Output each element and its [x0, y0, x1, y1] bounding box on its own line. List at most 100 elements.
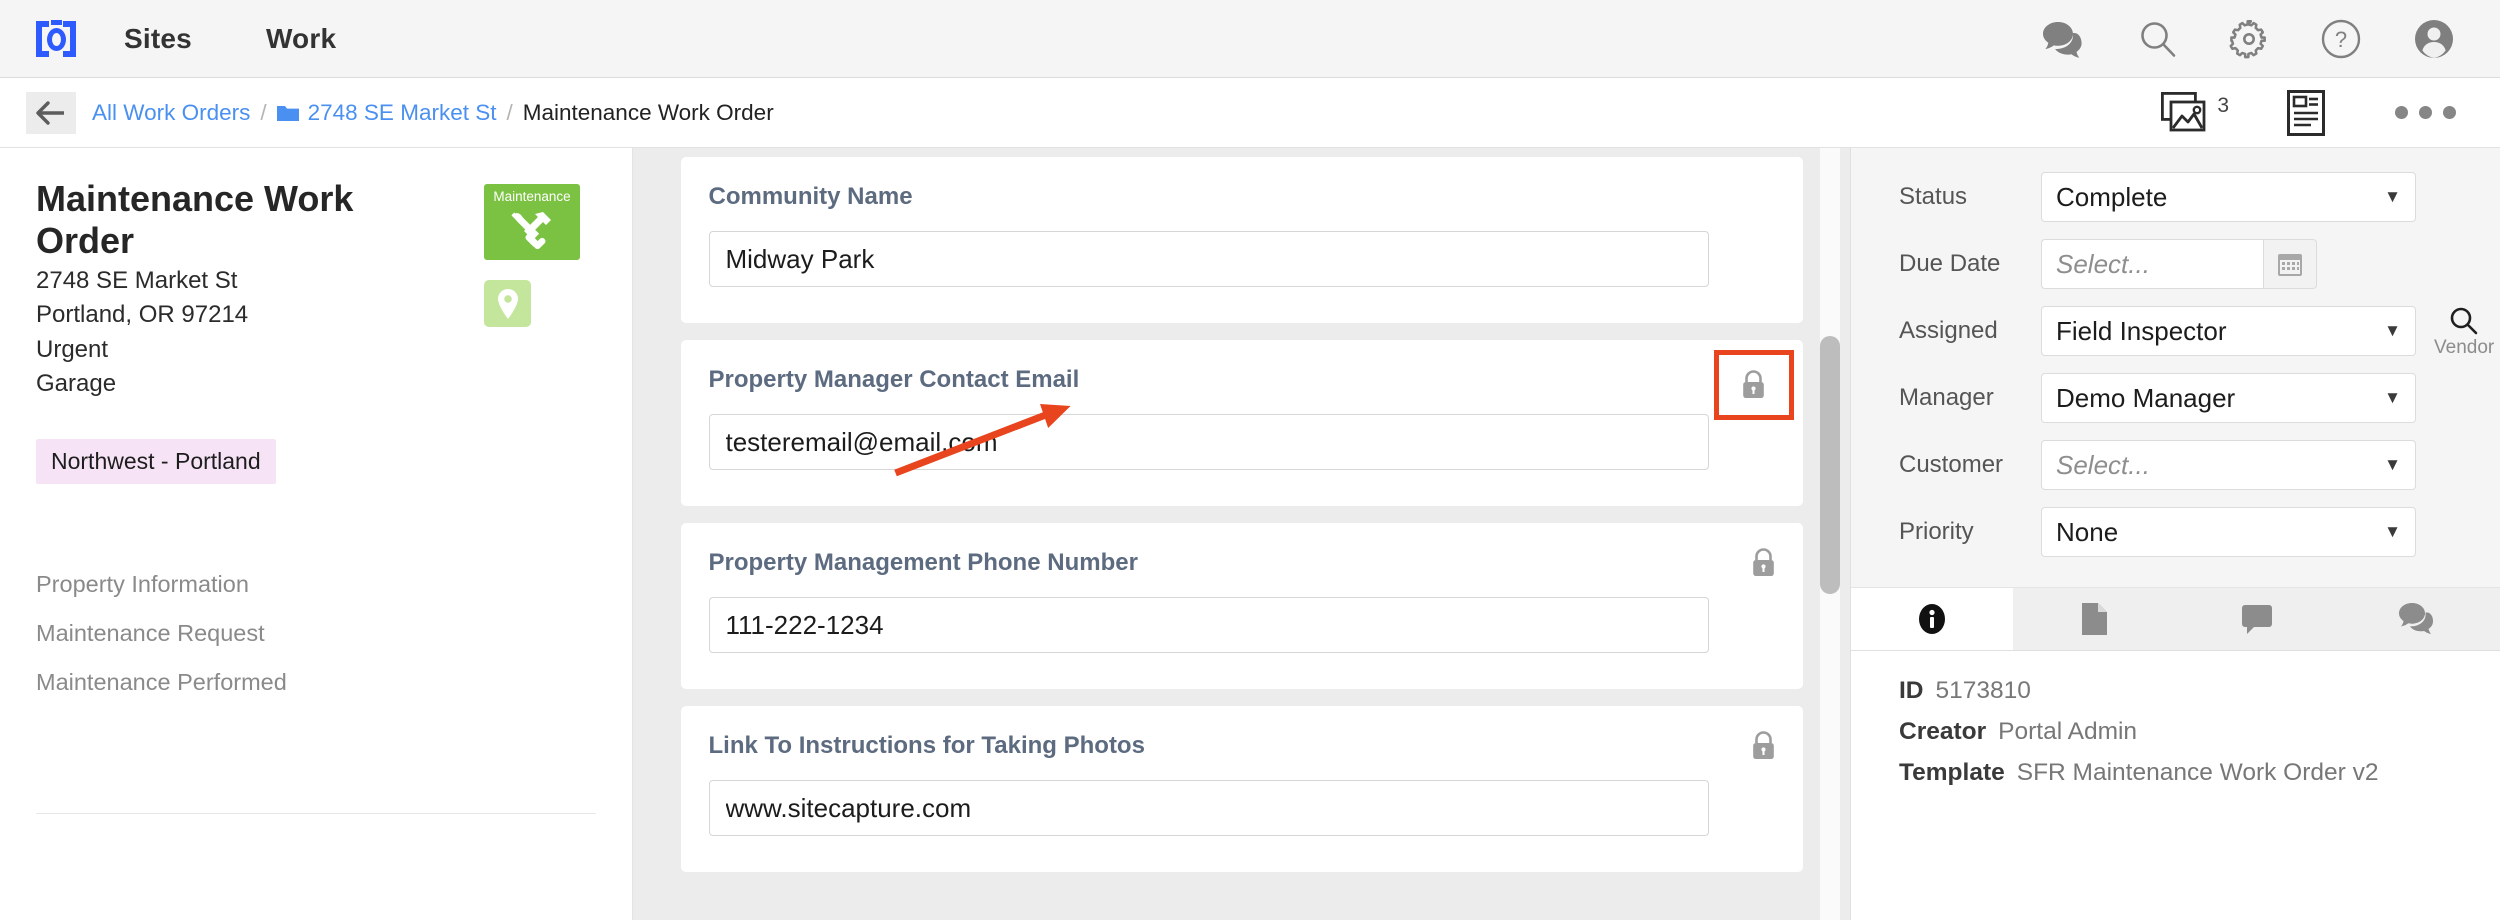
more-options-icon[interactable] — [2395, 106, 2456, 119]
sidebar-tabs — [1851, 587, 2500, 651]
map-pin-button[interactable] — [484, 280, 531, 327]
top-nav-actions: ? — [2042, 17, 2456, 61]
form-scroll-area[interactable]: Community Name Property Manager Contact … — [633, 148, 1850, 920]
gear-icon[interactable] — [2228, 18, 2270, 60]
chevron-down-icon: ▼ — [2384, 388, 2401, 407]
chevron-down-icon: ▼ — [2384, 187, 2401, 206]
report-button[interactable] — [2287, 89, 2325, 136]
section-navigation: Property Information Maintenance Request… — [36, 560, 596, 707]
lock-icon[interactable] — [1740, 369, 1767, 401]
right-sidebar: Status Complete ▼ Due Date Select... Ass… — [1850, 148, 2500, 920]
chat-bubbles-icon — [2398, 603, 2433, 634]
left-panel-badges: Maintenance — [484, 178, 596, 401]
select-priority-value: None — [2056, 516, 2119, 547]
page-title: Maintenance Work Order — [36, 178, 354, 262]
breadcrumb: All Work Orders / 2748 SE Market St / Ma… — [92, 100, 774, 126]
field-label: Property Management Phone Number — [708, 549, 1138, 576]
form-scrollbar-thumb[interactable] — [1820, 336, 1840, 594]
field-label-manager: Manager — [1899, 384, 1994, 411]
map-pin-icon — [497, 288, 518, 319]
sidebar-field-due-date: Due Date Select... — [1851, 239, 2500, 289]
breadcrumb-item-site[interactable]: 2748 SE Market St — [276, 99, 497, 126]
search-icon — [2450, 307, 2478, 334]
search-icon[interactable] — [2138, 19, 2178, 59]
section-link-property-information[interactable]: Property Information — [36, 560, 596, 609]
breadcrumb-actions: 3 — [2161, 89, 2456, 136]
chevron-down-icon: ▼ — [2384, 455, 2401, 474]
select-priority[interactable]: None ▼ — [2041, 507, 2416, 557]
field-input-property-manager-email[interactable] — [708, 414, 1709, 470]
form-card-community-name: Community Name — [680, 157, 1803, 323]
info-value-template: SFR Maintenance Work Order v2 — [2016, 759, 2379, 786]
select-assigned[interactable]: Field Inspector ▼ — [2041, 306, 2416, 356]
vendor-search-button[interactable]: Vendor — [2434, 306, 2494, 357]
info-key-creator: Creator — [1899, 718, 1987, 745]
breadcrumb-item-current: Maintenance Work Order — [522, 99, 774, 125]
chat-bubble-icon — [2241, 605, 2272, 634]
lock-icon[interactable] — [1750, 730, 1777, 762]
folder-icon — [276, 105, 299, 121]
select-customer[interactable]: Select... ▼ — [2041, 440, 2416, 490]
avatar-icon[interactable] — [2412, 17, 2456, 61]
calendar-button[interactable] — [2263, 239, 2317, 289]
input-due-date[interactable]: Select... — [2041, 239, 2263, 289]
select-assigned-value: Field Inspector — [2056, 315, 2227, 346]
breadcrumb-separator-2: / — [506, 99, 513, 125]
sidebar-fields: Status Complete ▼ Due Date Select... Ass… — [1851, 148, 2500, 587]
sidebar-field-assigned: Assigned Field Inspector ▼ Vendor — [1851, 306, 2500, 357]
lock-icon[interactable] — [1750, 547, 1777, 579]
field-label-assigned: Assigned — [1899, 317, 1998, 344]
chat-bubbles-icon[interactable] — [2042, 20, 2088, 58]
photos-icon — [2161, 91, 2206, 131]
breadcrumb-item-all-work-orders[interactable]: All Work Orders — [92, 100, 250, 126]
form-card-photo-instructions-link: Link To Instructions for Taking Photos — [680, 706, 1803, 872]
sidebar-field-manager: Manager Demo Manager ▼ — [1851, 373, 2500, 423]
field-lock-highlight-box — [1713, 350, 1794, 420]
nav-link-work[interactable]: Work — [266, 23, 336, 55]
select-customer-value: Select... — [2056, 449, 2150, 480]
tab-info[interactable] — [1851, 588, 2014, 650]
breadcrumb-item-site-label: 2748 SE Market St — [307, 99, 497, 125]
field-label: Community Name — [708, 183, 913, 210]
work-type-badge[interactable]: Maintenance — [484, 184, 580, 260]
info-row-template: Template SFR Maintenance Work Order v2 — [1899, 759, 2500, 787]
section-link-maintenance-performed[interactable]: Maintenance Performed — [36, 658, 596, 707]
tab-comments[interactable] — [2338, 588, 2500, 650]
info-key-id: ID — [1899, 677, 1924, 704]
wrench-hammer-icon — [511, 211, 551, 249]
tab-notes[interactable] — [2176, 588, 2338, 650]
form-card-property-manager-email: Property Manager Contact Email — [680, 340, 1803, 506]
top-navigation-bar: Sites Work ? — [0, 0, 2500, 78]
sidebar-field-priority: Priority None ▼ — [1851, 507, 2500, 557]
info-value-creator: Portal Admin — [1998, 718, 2138, 745]
field-input-photo-instructions-link[interactable] — [708, 780, 1709, 836]
breadcrumb-bar: All Work Orders / 2748 SE Market St / Ma… — [0, 78, 2500, 148]
back-arrow-icon — [36, 100, 64, 125]
select-manager-value: Demo Manager — [2056, 382, 2236, 413]
field-input-property-phone[interactable] — [708, 597, 1709, 653]
address-line-2: Portland, OR 97214 — [36, 301, 249, 329]
help-icon[interactable]: ? — [2320, 18, 2362, 60]
field-label-customer: Customer — [1899, 451, 2004, 478]
chevron-down-icon: ▼ — [2384, 522, 2401, 541]
photos-button[interactable]: 3 — [2161, 91, 2229, 134]
back-button[interactable] — [26, 91, 76, 134]
form-card-property-phone: Property Management Phone Number — [680, 523, 1803, 689]
select-manager[interactable]: Demo Manager ▼ — [2041, 373, 2416, 423]
info-row-creator: Creator Portal Admin — [1899, 718, 2500, 746]
location-text: Garage — [36, 370, 117, 398]
field-input-community-name[interactable] — [708, 231, 1709, 287]
info-icon — [1919, 604, 1946, 634]
report-document-icon — [2287, 89, 2325, 136]
calendar-icon — [2278, 254, 2302, 276]
select-status[interactable]: Complete ▼ — [2041, 172, 2416, 222]
info-row-id: ID 5173810 — [1899, 677, 2500, 705]
vendor-label: Vendor — [2434, 336, 2495, 358]
sitecapture-logo-icon[interactable] — [34, 17, 78, 61]
field-lock-slot — [1750, 547, 1776, 577]
form-column: Community Name Property Manager Contact … — [680, 148, 1803, 872]
left-detail-panel: Maintenance Work Order 2748 SE Market St… — [0, 148, 633, 920]
tab-documents[interactable] — [2013, 588, 2175, 650]
section-link-maintenance-request[interactable]: Maintenance Request — [36, 609, 596, 658]
nav-link-sites[interactable]: Sites — [124, 23, 192, 55]
